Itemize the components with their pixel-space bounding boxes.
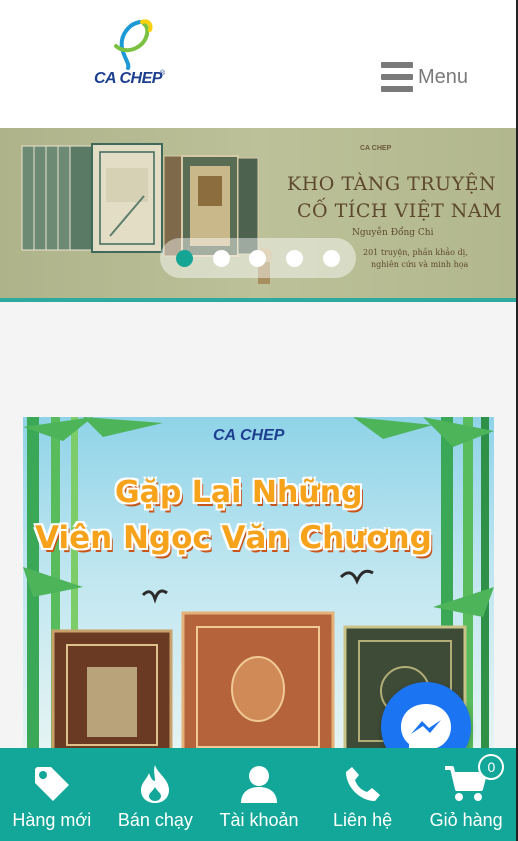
logo-registered-mark: ®	[160, 70, 166, 77]
cachep-logo[interactable]: CA CHEP ®	[88, 18, 172, 94]
site-header: CA CHEP ® Menu	[0, 0, 518, 128]
cart-count-badge: 0	[478, 754, 505, 780]
slide-note-line2: nghiên cứu và minh họa	[371, 260, 469, 269]
slider-dots	[160, 238, 356, 278]
slider-dot-3[interactable]	[249, 249, 267, 267]
nav-item-best-sellers[interactable]: Bán chạy	[104, 748, 208, 841]
menu-label: Menu	[418, 65, 469, 88]
nav-item-account[interactable]: Tài khoản	[207, 748, 311, 841]
promo-logo: CA CHEP	[213, 427, 285, 444]
slide-title-line1: KHO TÀNG TRUYỆN	[287, 173, 497, 195]
slide-note-line1: 201 truyện, phần khảo dị,	[363, 248, 468, 257]
promo-headline-line1: Gặp Lại Những	[115, 475, 363, 510]
tag-icon	[34, 767, 69, 801]
slider-dot-2[interactable]	[212, 249, 230, 267]
nav-label-new-products: Hàng mới	[12, 810, 92, 830]
slide-author: Nguyễn Đổng Chi	[352, 228, 434, 238]
messenger-icon	[401, 704, 451, 754]
slide-title-line2: CỐ TÍCH VIỆT NAM	[297, 200, 503, 222]
nav-label-best-sellers: Bán chạy	[117, 810, 193, 830]
nav-item-new-products[interactable]: Hàng mới	[0, 748, 104, 841]
menu-button[interactable]: Menu	[381, 60, 468, 94]
hero-slider[interactable]: CA CHEP KHO TÀNG TRUYỆN CỐ TÍCH VIỆT NAM…	[0, 128, 516, 302]
slide-logo: CA CHEP	[360, 145, 392, 152]
fire-icon	[141, 765, 170, 803]
fish-logo-icon	[114, 19, 153, 70]
nav-item-cart[interactable]: 0 Giỏ hàng	[414, 748, 518, 841]
bottom-nav: Hàng mới Bán chạy Tài khoản Liên hệ 0 Gi…	[0, 748, 518, 841]
hamburger-icon	[381, 62, 413, 92]
nav-label-contact: Liên hệ	[333, 810, 393, 830]
logo-text: CA CHEP	[94, 70, 162, 87]
slider-dot-4[interactable]	[286, 249, 304, 267]
phone-icon	[345, 767, 380, 801]
nav-label-cart: Giỏ hàng	[429, 810, 503, 830]
promo-headline-line2: Viên Ngọc Văn Chương	[35, 520, 432, 556]
nav-label-account: Tài khoản	[219, 810, 299, 830]
nav-item-contact[interactable]: Liên hệ	[311, 748, 415, 841]
slider-dot-1[interactable]	[175, 249, 193, 267]
user-icon	[240, 766, 277, 803]
slider-dot-5[interactable]	[323, 249, 341, 267]
